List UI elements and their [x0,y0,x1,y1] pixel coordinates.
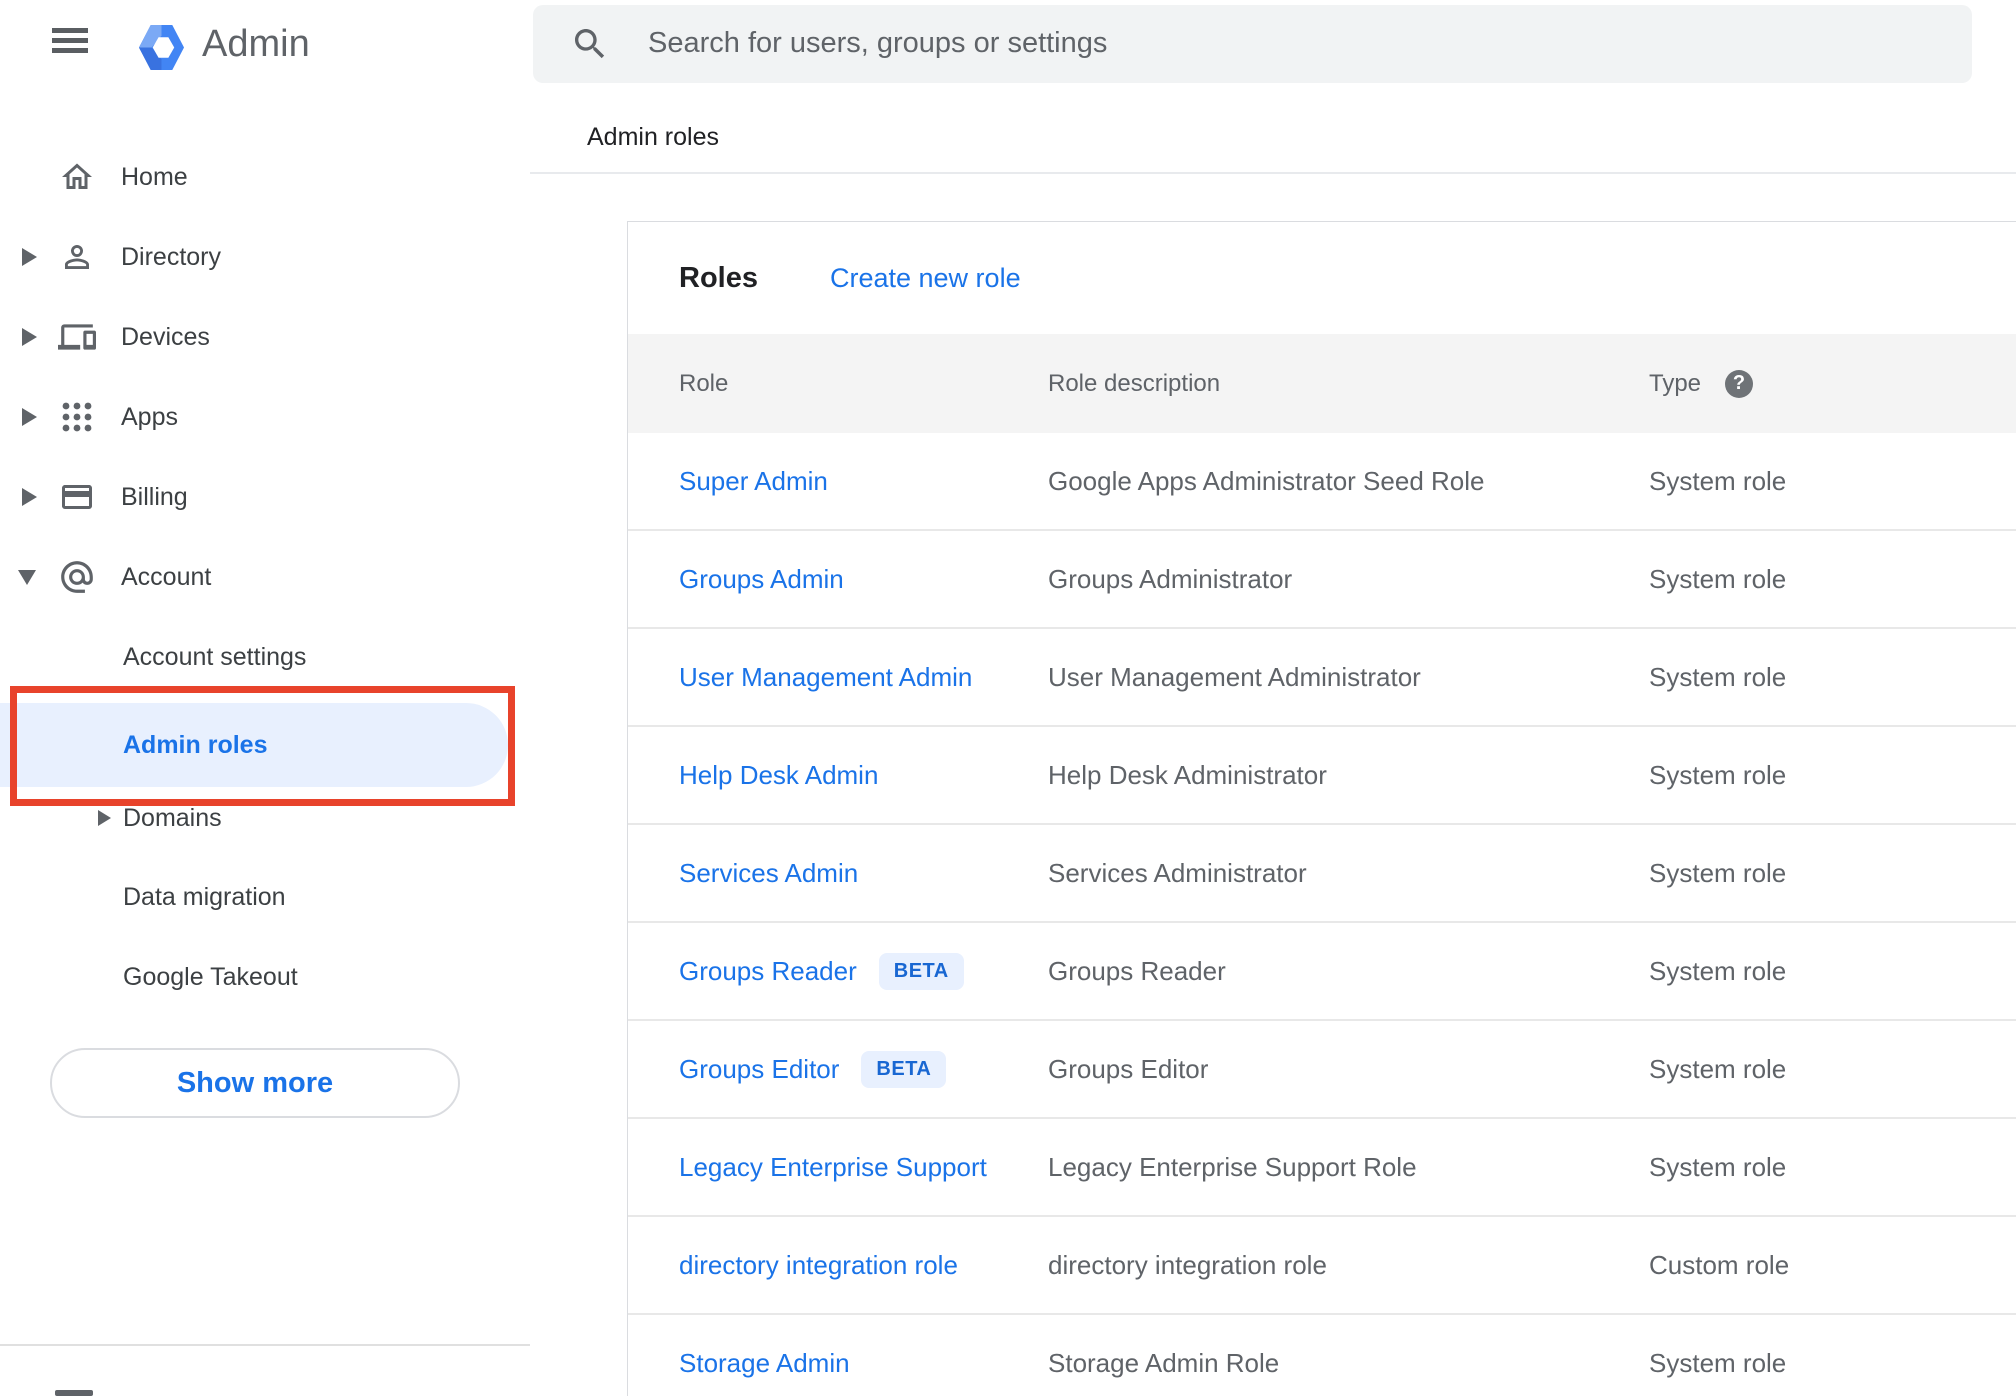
role-description: Google Apps Administrator Seed Role [1048,465,1485,496]
partial-bottom-icon [55,1390,93,1396]
role-type: System role [1649,465,1787,496]
sidebar: Admin Home Directory Devices Apps Billin… [0,0,530,1396]
sidebar-item-admin-roles[interactable]: Admin roles [0,703,508,787]
sidebar-item-label: Billing [121,482,188,511]
table-row: Legacy Enterprise Support Legacy Enterpr… [628,1119,2016,1217]
table-row: directory integration role directory int… [628,1217,2016,1315]
role-description: Groups Editor [1048,1053,1209,1084]
beta-badge: BETA [878,952,964,990]
sidebar-item-label: Admin roles [123,730,268,759]
search-bar[interactable]: Search for users, groups or settings [533,5,1972,83]
sidebar-bottom-divider [0,1344,530,1346]
sidebar-item-data-migration[interactable]: Data migration [0,857,530,937]
breadcrumb: Admin roles [587,123,719,151]
show-more-button[interactable]: Show more [50,1048,460,1118]
sidebar-item-google-takeout[interactable]: Google Takeout [0,937,530,1017]
role-type: System role [1649,1347,1787,1378]
sidebar-item-label: Data migration [123,882,286,911]
role-description: Help Desk Administrator [1048,759,1327,790]
table-row: Groups Editor BETA Groups Editor System … [628,1021,2016,1119]
role-description: Groups Reader [1048,955,1226,986]
role-link[interactable]: Storage Admin [679,1348,850,1379]
chevron-right-icon [22,488,37,506]
sidebar-item-label: Domains [123,803,222,832]
chevron-right-icon [22,408,37,426]
beta-badge: BETA [861,1050,947,1088]
create-new-role-link[interactable]: Create new role [830,263,1021,294]
role-type: System role [1649,955,1787,986]
sidebar-item-apps[interactable]: Apps [0,377,530,457]
column-header-description: Role description [1048,369,1221,397]
search-icon [575,29,605,59]
table-row: Groups Reader BETA Groups Reader System … [628,923,2016,1021]
sidebar-item-home[interactable]: Home [0,137,530,217]
table-row: Help Desk Admin Help Desk Administrator … [628,727,2016,825]
table-row: Storage Admin Storage Admin Role System … [628,1315,2016,1396]
role-link[interactable]: User Management Admin [679,662,972,693]
admin-hexagon-icon [138,24,185,71]
role-type: System role [1649,857,1787,888]
sidebar-item-devices[interactable]: Devices [0,297,530,377]
sidebar-item-label: Apps [121,402,178,431]
app-title: Admin [202,23,310,65]
role-type: System role [1649,661,1787,692]
role-link[interactable]: Groups Reader [679,956,857,987]
role-description: directory integration role [1048,1249,1327,1280]
role-link[interactable]: Groups Editor [679,1054,839,1085]
at-sign-icon [57,557,97,597]
credit-card-icon [57,477,97,517]
role-description: User Management Administrator [1048,661,1421,692]
help-icon[interactable]: ? [1725,369,1754,398]
column-header-role: Role [679,369,729,397]
apps-grid-icon [57,397,97,437]
chevron-right-icon [22,248,37,266]
sidebar-item-directory[interactable]: Directory [0,217,530,297]
sidebar-item-billing[interactable]: Billing [0,457,530,537]
role-description: Legacy Enterprise Support Role [1048,1151,1417,1182]
roles-card-header: Roles Create new role [628,222,2016,334]
role-description: Groups Administrator [1048,563,1293,594]
sidebar-item-account[interactable]: Account [0,537,530,617]
role-type: Custom role [1649,1249,1790,1280]
role-link[interactable]: Legacy Enterprise Support [679,1152,987,1183]
role-link[interactable]: Super Admin [679,466,828,497]
chevron-right-icon [98,810,111,826]
sidebar-item-label: Google Takeout [123,962,298,991]
column-header-type-label: Type [1649,369,1702,397]
sidebar-item-label: Account [121,562,212,591]
sidebar-item-label: Directory [121,242,222,271]
sidebar-item-label: Home [121,162,188,191]
sidebar-item-label: Devices [121,322,210,351]
role-type: System role [1649,1151,1787,1182]
table-row: Groups Admin Groups Administrator System… [628,531,2016,629]
role-link[interactable]: Groups Admin [679,564,844,595]
chevron-right-icon [22,328,37,346]
role-description: Services Administrator [1048,857,1307,888]
sidebar-item-label: Account settings [123,642,307,671]
role-link[interactable]: Services Admin [679,858,858,889]
section-title: Roles [679,261,758,294]
devices-icon [57,317,97,357]
sidebar-item-domains[interactable]: Domains [0,778,530,858]
table-header-row: Role Role description Type ? [628,334,2016,433]
sidebar-item-account-settings[interactable]: Account settings [0,617,530,697]
header-divider [530,172,2016,174]
hamburger-menu-icon[interactable] [52,28,88,53]
table-row: Super Admin Google Apps Administrator Se… [628,433,2016,531]
role-type: System role [1649,759,1787,790]
role-type: System role [1649,1053,1787,1084]
home-icon [57,157,97,197]
person-icon [57,237,97,277]
role-description: Storage Admin Role [1048,1347,1280,1378]
google-admin-console: Admin Home Directory Devices Apps Billin… [0,0,2016,1396]
chevron-down-icon [18,569,36,585]
role-type: System role [1649,563,1787,594]
table-row: User Management Admin User Management Ad… [628,629,2016,727]
role-link[interactable]: directory integration role [679,1250,958,1281]
search-placeholder: Search for users, groups or settings [648,27,1108,59]
role-link[interactable]: Help Desk Admin [679,760,878,791]
table-row: Services Admin Services Administrator Sy… [628,825,2016,923]
roles-card: Roles Create new role Role Role descript… [627,221,2016,1396]
column-header-type: Type ? [1649,369,1754,398]
